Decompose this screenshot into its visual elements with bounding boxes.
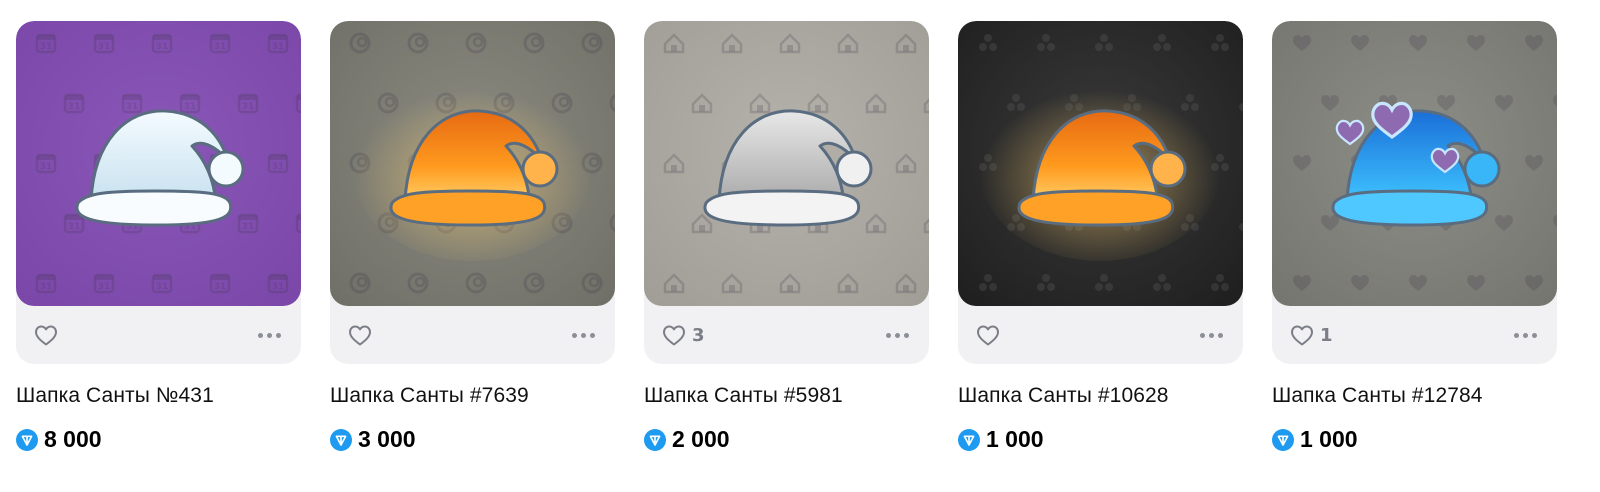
santa-hat-icon [703, 109, 873, 227]
like-count: 1 [1320, 324, 1333, 346]
gift-card-5[interactable]: 1 Шапка Санты #12784 1 000 [1272, 21, 1557, 453]
gift-title: Шапка Санты #12784 [1272, 384, 1483, 407]
gift-price: 3 000 [330, 426, 615, 453]
card-actions [958, 306, 1243, 364]
more-options-button[interactable] [570, 327, 597, 344]
price-value: 3 000 [358, 426, 416, 452]
gift-title: Шапка Санты #5981 [644, 384, 843, 407]
like-button[interactable] [976, 324, 1006, 346]
dot [590, 332, 595, 338]
heart-outline-icon [35, 325, 57, 346]
more-options-button[interactable] [256, 327, 283, 344]
gift-price: 2 000 [644, 426, 929, 453]
gift-card-box [330, 21, 615, 364]
gift-grid: 31 31 31 31 31 31 31 31 31 31 31 31 31 31 31 31 31 31 31 31… [16, 21, 1557, 453]
more-options-button[interactable] [1512, 327, 1539, 344]
gift-title: Шапка Санты №431 [16, 384, 214, 407]
gift-price: 8 000 [16, 426, 301, 453]
gift-card-box: 3 [644, 21, 929, 364]
dot [1514, 332, 1519, 338]
ton-icon [1272, 428, 1294, 451]
more-options-button[interactable] [1198, 327, 1225, 344]
heart-outline-icon [977, 325, 999, 346]
dot [267, 332, 272, 338]
gift-title: Шапка Санты #10628 [958, 384, 1169, 407]
dot [258, 332, 263, 338]
card-actions [330, 306, 615, 364]
like-count: 3 [692, 324, 705, 346]
gift-image[interactable] [1272, 21, 1557, 306]
like-button[interactable] [34, 324, 64, 346]
gift-card-box [958, 21, 1243, 364]
gift-price: 1 000 [958, 426, 1243, 453]
dot [572, 332, 577, 338]
dot [1209, 332, 1214, 338]
gift-image[interactable] [644, 21, 929, 306]
santa-hat-icon [980, 81, 1220, 261]
heart-outline-icon [349, 325, 371, 346]
price-value: 1 000 [1300, 426, 1358, 452]
dot [1200, 332, 1205, 338]
dot [886, 332, 891, 338]
santa-hat-icon [75, 109, 245, 227]
gift-image[interactable] [958, 21, 1243, 306]
like-button[interactable]: 3 [662, 324, 705, 346]
price-value: 8 000 [44, 426, 102, 452]
more-options-button[interactable] [884, 327, 911, 344]
santa-hat-icon [1331, 101, 1501, 227]
dot [895, 332, 900, 338]
gift-image[interactable]: 31 31 31 31 31 31 31 31 31 31 31 31 31 31 31 31 31 31 31 31… [16, 21, 301, 306]
card-actions: 3 [644, 306, 929, 364]
like-button[interactable] [348, 324, 378, 346]
heart-outline-icon [1291, 325, 1313, 346]
gift-card-3[interactable]: 3 Шапка Санты #5981 2 000 [644, 21, 929, 453]
santa-hat-icon [352, 81, 592, 261]
dot [1523, 332, 1528, 338]
like-button[interactable]: 1 [1290, 324, 1333, 346]
card-actions [16, 306, 301, 364]
dot [581, 332, 586, 338]
gift-card-2[interactable]: Шапка Санты #7639 3 000 [330, 21, 615, 453]
price-value: 2 000 [672, 426, 730, 452]
card-actions: 1 [1272, 306, 1557, 364]
gift-card-4[interactable]: Шапка Санты #10628 1 000 [958, 21, 1243, 453]
ton-icon [644, 428, 666, 451]
dot [904, 332, 909, 338]
ton-icon [16, 428, 38, 451]
price-value: 1 000 [986, 426, 1044, 452]
gift-image[interactable] [330, 21, 615, 306]
dot [276, 332, 281, 338]
ton-icon [958, 428, 980, 451]
gift-card-1[interactable]: 31 31 31 31 31 31 31 31 31 31 31 31 31 31 31 31 31 31 31 31… [16, 21, 301, 453]
ton-icon [330, 428, 352, 451]
gift-card-box: 31 31 31 31 31 31 31 31 31 31 31 31 31 31 31 31 31 31 31 31… [16, 21, 301, 364]
heart-outline-icon [663, 325, 685, 346]
dot [1532, 332, 1537, 338]
gift-card-box: 1 [1272, 21, 1557, 364]
dot [1218, 332, 1223, 338]
gift-price: 1 000 [1272, 426, 1557, 453]
gift-title: Шапка Санты #7639 [330, 384, 529, 407]
